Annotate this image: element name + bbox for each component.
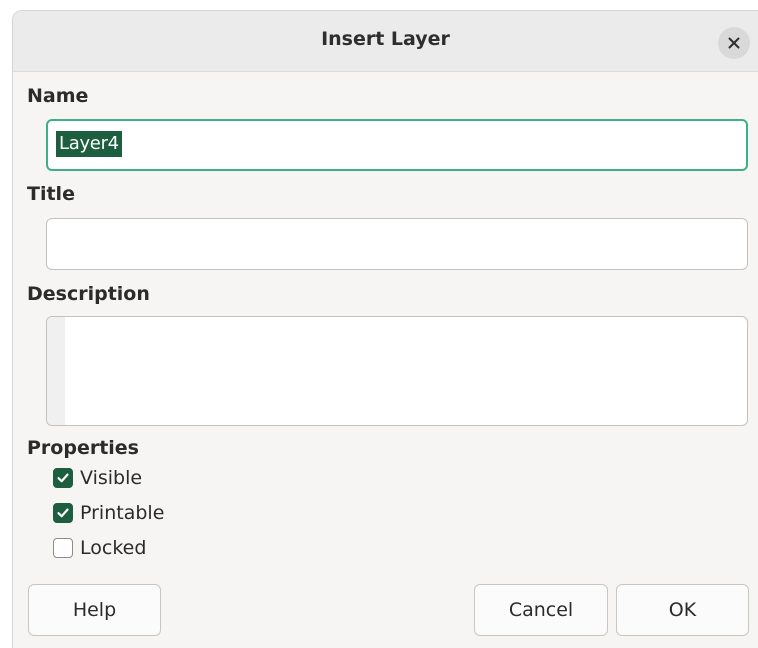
cancel-button[interactable]: Cancel <box>474 584 608 636</box>
locked-label: Locked <box>80 537 147 559</box>
help-button[interactable]: Help <box>28 584 161 636</box>
title-field[interactable] <box>46 218 748 270</box>
visible-checkbox-row[interactable]: Visible <box>53 464 142 492</box>
printable-label: Printable <box>80 502 165 524</box>
insert-layer-dialog: Insert Layer Name Layer4 Title Descripti… <box>12 10 758 648</box>
locked-checkbox-row[interactable]: Locked <box>53 534 146 562</box>
close-icon <box>728 37 740 49</box>
visible-label: Visible <box>80 467 143 489</box>
printable-checkbox[interactable] <box>53 503 73 523</box>
description-field[interactable] <box>46 316 748 426</box>
printable-checkbox-row[interactable]: Printable <box>53 499 164 527</box>
checkmark-icon <box>57 473 69 483</box>
close-button[interactable] <box>718 27 750 59</box>
name-input-value: Layer4 <box>56 131 122 157</box>
visible-checkbox[interactable] <box>53 468 73 488</box>
dialog-title: Insert Layer <box>321 28 450 50</box>
properties-label: Properties <box>27 437 139 459</box>
dialog-titlebar: Insert Layer <box>13 11 758 72</box>
title-label: Title <box>27 183 75 205</box>
description-gutter <box>47 317 65 425</box>
name-label: Name <box>27 85 89 107</box>
checkmark-icon <box>57 508 69 518</box>
ok-button[interactable]: OK <box>616 584 749 636</box>
description-label: Description <box>27 283 150 305</box>
name-field[interactable]: Layer4 <box>46 119 748 171</box>
locked-checkbox[interactable] <box>53 538 73 558</box>
